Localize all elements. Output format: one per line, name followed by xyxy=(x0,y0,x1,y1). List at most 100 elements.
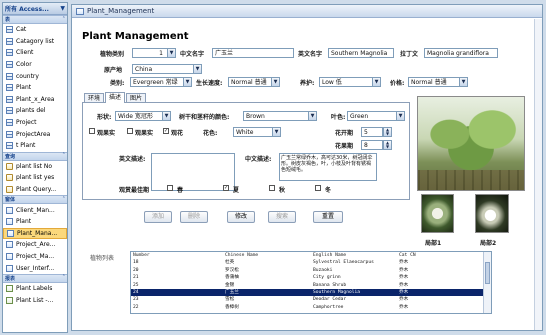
origin-combo[interactable]: China ▼ xyxy=(132,64,202,74)
search-button[interactable]: 搜索 xyxy=(268,211,296,223)
list-scrollbar[interactable] xyxy=(483,252,491,313)
table-icon xyxy=(6,130,13,138)
nav-table-item[interactable]: country xyxy=(3,70,67,82)
nav-query-item[interactable]: plant list yes xyxy=(3,172,67,184)
nav-table-item[interactable]: Client xyxy=(3,47,67,59)
reset-button[interactable]: 重置 xyxy=(313,211,343,223)
nav-item-label: Plant xyxy=(16,218,32,226)
trunk-color-combo[interactable]: Brown ▼ xyxy=(243,111,317,121)
table-row[interactable]: 22 香樟树 Camphortree 乔木 xyxy=(131,304,491,311)
autumn-label: 秋 xyxy=(279,187,286,194)
delete-button[interactable]: 删除 xyxy=(180,211,208,223)
chevron-down-icon[interactable]: ▼ xyxy=(272,128,280,136)
english-name-field[interactable]: Southern Magnolia xyxy=(328,48,394,58)
add-button[interactable]: 添加 xyxy=(144,211,172,223)
column-header: Number xyxy=(133,253,150,258)
nav-table-item[interactable]: Project xyxy=(3,117,67,129)
chevron-down-icon[interactable]: ▼ xyxy=(167,49,175,57)
table-row[interactable]: 21 香蒲柚 City grinn 乔木 xyxy=(131,274,491,281)
plant-list-box[interactable]: Number Chinese Name English Name Cat CN … xyxy=(130,251,492,314)
nav-report-item[interactable]: Plant List -... xyxy=(3,294,67,306)
shape-combo[interactable]: Wide 宽冠形 ▼ xyxy=(115,111,171,121)
scroll-thumb[interactable] xyxy=(485,262,490,284)
nav-report-item[interactable]: Plant Labels xyxy=(3,283,67,295)
window-scrollbar[interactable] xyxy=(534,19,542,330)
collapse-icon[interactable]: ˆ xyxy=(63,153,66,159)
table-row[interactable]: 25 金锦 Banana Shrub 乔木 xyxy=(131,282,491,289)
flower-color-combo[interactable]: White ▼ xyxy=(233,127,281,137)
nav-group-reports[interactable]: 报表 ˆ xyxy=(3,273,67,283)
nav-form-item[interactable]: Project_Ma... xyxy=(3,251,67,263)
nav-group-tables[interactable]: 表 ˆ xyxy=(3,15,67,24)
nav-table-item[interactable]: Plant xyxy=(3,82,67,94)
nav-form-item[interactable]: Project_Are... xyxy=(3,239,67,251)
nav-item-label: Project_Ma... xyxy=(16,252,55,260)
form-heading: Plant Management xyxy=(82,31,189,42)
category-combo[interactable]: 1 ▼ xyxy=(132,48,176,58)
chinese-desc-field[interactable]: 广玉兰常绿乔木，高可达30米，树冠阔伞形。树皮灰褐色，叶，小枝及叶背有锈褐色短绒… xyxy=(279,153,377,181)
edit-button[interactable]: 修改 xyxy=(227,211,255,223)
nav-table-item[interactable]: Cat xyxy=(3,24,67,36)
growth-speed-combo[interactable]: Normal 普通 ▼ xyxy=(228,77,280,87)
nav-form-item-selected[interactable]: Plant_Mana... xyxy=(3,227,67,240)
nav-group-queries[interactable]: 查询 ˆ xyxy=(3,151,67,161)
chevron-down-icon[interactable]: ▼ xyxy=(183,78,191,86)
type-combo[interactable]: Evergreen 常绿 ▼ xyxy=(130,77,192,87)
fruit-checkbox[interactable] xyxy=(89,128,95,134)
price-combo[interactable]: Normal 普通 ▼ xyxy=(408,77,468,87)
nav-query-item[interactable]: Plant Query... xyxy=(3,184,67,196)
leaf-color-combo[interactable]: Green ▼ xyxy=(347,111,405,121)
tab-description[interactable]: 描述 xyxy=(105,92,126,103)
spinner-icon[interactable]: ▲ ▼ xyxy=(383,127,392,137)
query-icon xyxy=(6,162,13,170)
nav-group-forms[interactable]: 窗体 ˆ xyxy=(3,195,67,205)
nav-table-item[interactable]: plants del xyxy=(3,105,67,117)
latin-name-field[interactable]: Magnolia grandiflora xyxy=(424,48,498,58)
table-row[interactable]: 23 雪松 Deodar Cedar 乔木 xyxy=(131,296,491,303)
chevron-down-icon[interactable]: ▼ xyxy=(60,5,65,12)
collapse-icon[interactable]: ˆ xyxy=(63,197,66,203)
form-icon xyxy=(76,7,84,15)
nav-table-item[interactable]: ProjectArea xyxy=(3,128,67,140)
table-row[interactable]: 24 广玉兰 Southern Magnolia 乔木 xyxy=(131,288,491,297)
nav-form-item[interactable]: Client_Man... xyxy=(3,204,67,216)
autumn-checkbox[interactable] xyxy=(269,185,275,191)
collapse-icon[interactable]: ˆ xyxy=(63,17,66,23)
chevron-down-icon[interactable]: ▼ xyxy=(459,78,467,86)
nav-form-item[interactable]: Plant xyxy=(3,216,67,228)
maintenance-combo[interactable]: Low 低 ▼ xyxy=(319,77,381,87)
table-row[interactable]: 18 杜英 Sylvestral Elaeocarpus 乔木 xyxy=(131,259,491,266)
nav-query-item[interactable]: plant list No xyxy=(3,161,67,173)
chinese-desc-label: 中文描述: xyxy=(245,156,272,163)
nav-table-item[interactable]: Plant_x_Area xyxy=(3,94,67,106)
chevron-down-icon[interactable]: ▼ xyxy=(372,78,380,86)
nav-item-label: Plant List -... xyxy=(16,296,54,304)
column-header: Cat CN xyxy=(399,253,416,258)
origin-value: China xyxy=(135,66,153,73)
chevron-down-icon[interactable]: ▼ xyxy=(396,112,404,120)
table-icon xyxy=(6,84,13,92)
nav-table-item[interactable]: Color xyxy=(3,59,67,71)
summer-checkbox[interactable]: ✓ xyxy=(223,185,229,191)
fruit2-checkbox[interactable] xyxy=(127,128,133,134)
chevron-down-icon[interactable]: ▼ xyxy=(162,112,170,120)
spring-checkbox[interactable] xyxy=(167,185,173,191)
nav-group-forms-label: 窗体 xyxy=(5,197,16,204)
chinese-name-field[interactable]: 广玉兰 xyxy=(212,48,294,58)
flowering-field[interactable]: 5 xyxy=(361,127,383,137)
nav-table-item[interactable]: t Plant xyxy=(3,140,67,152)
chevron-down-icon[interactable]: ▼ xyxy=(193,65,201,73)
fruit-period-field[interactable]: 8 xyxy=(361,140,383,150)
table-cell: 杜英 xyxy=(225,260,235,266)
table-row[interactable]: 20 罗汉松 Buzaoki 乔木 xyxy=(131,267,491,274)
nav-pane-header[interactable]: 所有 Access... ▼ xyxy=(3,3,67,15)
chevron-down-icon[interactable]: ▼ xyxy=(308,112,316,120)
nav-table-item[interactable]: Catagory list xyxy=(3,36,67,48)
collapse-icon[interactable]: ˆ xyxy=(63,275,66,281)
nav-form-item[interactable]: User_Interf... xyxy=(3,262,67,274)
chevron-down-icon[interactable]: ▼ xyxy=(271,78,279,86)
winter-checkbox[interactable] xyxy=(315,185,321,191)
flower-checkbox[interactable]: ✓ xyxy=(163,128,169,134)
spinner-icon[interactable]: ▲ ▼ xyxy=(383,140,392,150)
window-titlebar[interactable]: Plant_Management xyxy=(72,5,542,18)
